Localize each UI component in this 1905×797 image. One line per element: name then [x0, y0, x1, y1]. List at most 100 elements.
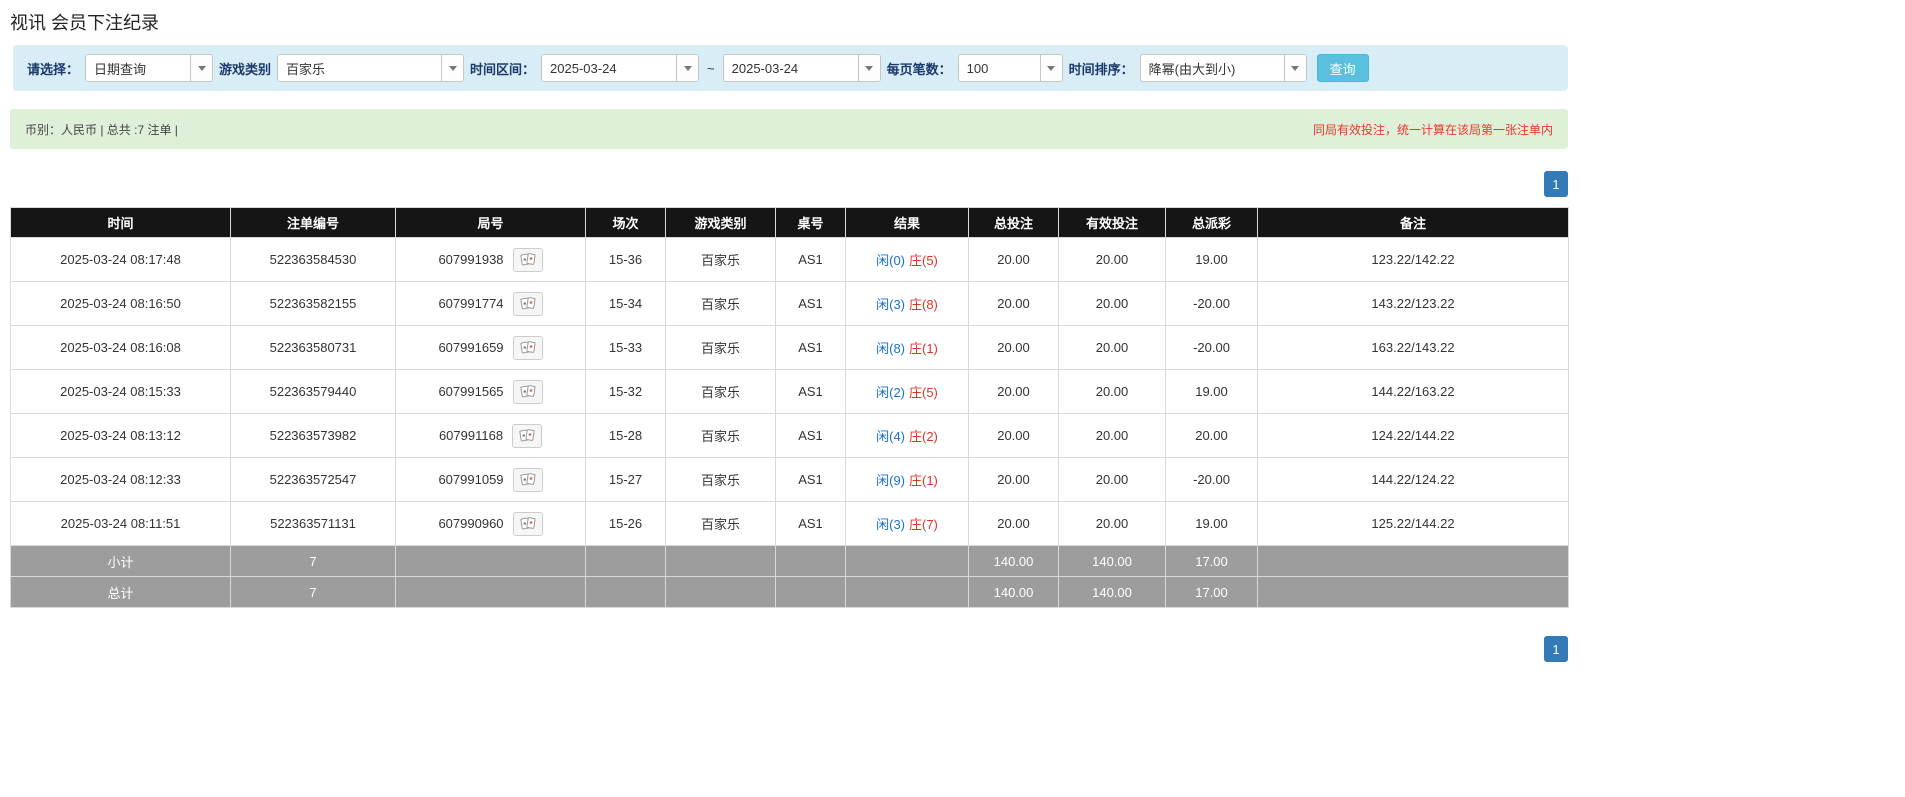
search-button[interactable]: 查询 [1316, 54, 1369, 82]
footer-empty-cell [665, 545, 776, 577]
cell-total-bet[interactable]: 20.00 [968, 413, 1059, 458]
footer-empty-cell [395, 545, 586, 577]
view-cards-button[interactable] [512, 379, 543, 404]
select-type-dropdown[interactable]: 日期查询 [85, 54, 214, 82]
page-size-caret-button[interactable] [1039, 55, 1062, 81]
game-type-caret-button[interactable] [441, 55, 464, 81]
table-header-row: 时间 注单编号 局号 场次 游戏类别 桌号 结果 总投注 有效投注 总派彩 备注 [10, 207, 1569, 238]
cell-time: 2025-03-24 08:11:51 [10, 501, 231, 546]
date-from-value: 2025-03-24 [550, 60, 617, 76]
chevron-down-icon [197, 65, 206, 71]
subtotal-count: 7 [230, 545, 396, 577]
bet-records-table: 时间 注单编号 局号 场次 游戏类别 桌号 结果 总投注 有效投注 总派彩 备注… [10, 207, 1569, 608]
cell-result: 闲(9) 庄(1) [845, 457, 969, 502]
result-banker: 庄(5) [909, 385, 938, 400]
select-type-value: 日期查询 [94, 61, 147, 77]
total-payout: 17.00 [1165, 576, 1258, 608]
cell-bet-id: 522363579440 [230, 369, 396, 414]
pagination-bottom: 1 [10, 636, 1568, 662]
footer-empty-cell [665, 576, 776, 608]
result-player: 闲(3) [876, 517, 905, 532]
cell-bet-id: 522363573982 [230, 413, 396, 458]
game-type-dropdown[interactable]: 百家乐 [277, 54, 465, 82]
cell-total-bet[interactable]: 20.00 [968, 281, 1059, 326]
col-header-time: 时间 [10, 207, 231, 238]
view-cards-button[interactable] [512, 423, 543, 448]
cards-icon [519, 385, 536, 398]
date-to-dropdown[interactable]: 2025-03-24 [722, 54, 881, 82]
chevron-down-icon [1047, 65, 1056, 71]
time-sort-dropdown[interactable]: 降幂(由大到小) [1139, 54, 1307, 82]
table-row: 2025-03-24 08:13:12 522363573982 6079911… [10, 413, 1569, 458]
col-header-valid-bet: 有效投注 [1058, 207, 1166, 238]
result-banker: 庄(8) [909, 297, 938, 312]
col-header-table-no: 桌号 [775, 207, 846, 238]
cell-result: 闲(4) 庄(2) [845, 413, 969, 458]
date-from-caret-button[interactable] [676, 55, 699, 81]
view-cards-button[interactable] [512, 335, 543, 360]
table-row: 2025-03-24 08:15:33 522363579440 6079915… [10, 369, 1569, 414]
cell-total-bet[interactable]: 20.00 [968, 237, 1059, 282]
cell-bet-id: 522363571131 [230, 501, 396, 546]
footer-empty-cell [775, 545, 846, 577]
cell-valid-bet: 20.00 [1058, 325, 1166, 370]
cell-result: 闲(3) 庄(8) [845, 281, 969, 326]
cell-valid-bet: 20.00 [1058, 237, 1166, 282]
cell-result: 闲(0) 庄(5) [845, 237, 969, 282]
page-container: 视讯 会员下注纪录 请选择： 日期查询 游戏类别 百家乐 时间区间： 2025-… [10, 9, 1569, 662]
col-header-session: 场次 [585, 207, 666, 238]
cell-total-bet[interactable]: 20.00 [968, 457, 1059, 502]
date-range-label: 时间区间： [470, 61, 536, 77]
cell-payout: -20.00 [1165, 325, 1258, 370]
cell-total-bet[interactable]: 20.00 [968, 501, 1059, 546]
round-id-text: 607991938 [438, 252, 504, 267]
cell-game-type: 百家乐 [665, 501, 776, 546]
cell-game-type: 百家乐 [665, 413, 776, 458]
view-cards-button[interactable] [512, 247, 543, 272]
view-cards-button[interactable] [512, 511, 543, 536]
cell-time: 2025-03-24 08:12:33 [10, 457, 231, 502]
total-label: 总计 [10, 576, 231, 608]
cell-total-bet[interactable]: 20.00 [968, 369, 1059, 414]
page-title: 视讯 会员下注纪录 [10, 13, 160, 33]
view-cards-button[interactable] [512, 291, 543, 316]
page-size-dropdown[interactable]: 100 [957, 54, 1063, 82]
total-valid-bet: 140.00 [1058, 576, 1166, 608]
cell-valid-bet: 20.00 [1058, 413, 1166, 458]
round-id-text: 607991659 [438, 340, 504, 355]
cell-remark: 123.22/142.22 [1257, 237, 1569, 282]
page-button-1[interactable]: 1 [1544, 171, 1568, 197]
page-button-1[interactable]: 1 [1544, 636, 1568, 662]
cell-game-type: 百家乐 [665, 325, 776, 370]
cell-bet-id: 522363572547 [230, 457, 396, 502]
date-from-dropdown[interactable]: 2025-03-24 [541, 54, 700, 82]
chevron-down-icon [865, 65, 874, 71]
date-to-caret-button[interactable] [857, 55, 880, 81]
cell-payout: 20.00 [1165, 413, 1258, 458]
time-sort-caret-button[interactable] [1283, 55, 1306, 81]
cell-round-id: 607991659 [395, 325, 586, 370]
cell-total-bet[interactable]: 20.00 [968, 325, 1059, 370]
total-total-bet: 140.00 [968, 576, 1059, 608]
col-header-payout: 总派彩 [1165, 207, 1258, 238]
cards-icon [519, 429, 535, 442]
chevron-down-icon [683, 65, 692, 71]
summary-note-text: 同局有效投注，统一计算在该局第一张注单内 [1312, 122, 1553, 137]
cell-time: 2025-03-24 08:15:33 [10, 369, 231, 414]
view-cards-button[interactable] [512, 467, 543, 492]
cell-bet-id: 522363584530 [230, 237, 396, 282]
subtotal-payout: 17.00 [1165, 545, 1258, 577]
footer-empty-cell [395, 576, 586, 608]
select-type-caret-button[interactable] [190, 55, 213, 81]
cell-table-no: AS1 [775, 325, 846, 370]
col-header-round-id: 局号 [395, 207, 586, 238]
cell-valid-bet: 20.00 [1058, 369, 1166, 414]
cell-game-type: 百家乐 [665, 237, 776, 282]
cell-payout: -20.00 [1165, 457, 1258, 502]
summary-bar: 币别：人民币 | 总共 :7 注单 | 同局有效投注，统一计算在该局第一张注单内 [10, 109, 1568, 149]
select-type-label: 请选择： [27, 61, 80, 77]
cell-valid-bet: 20.00 [1058, 501, 1166, 546]
time-sort-label: 时间排序： [1068, 61, 1134, 77]
col-header-bet-id: 注单编号 [230, 207, 396, 238]
total-count: 7 [230, 576, 396, 608]
